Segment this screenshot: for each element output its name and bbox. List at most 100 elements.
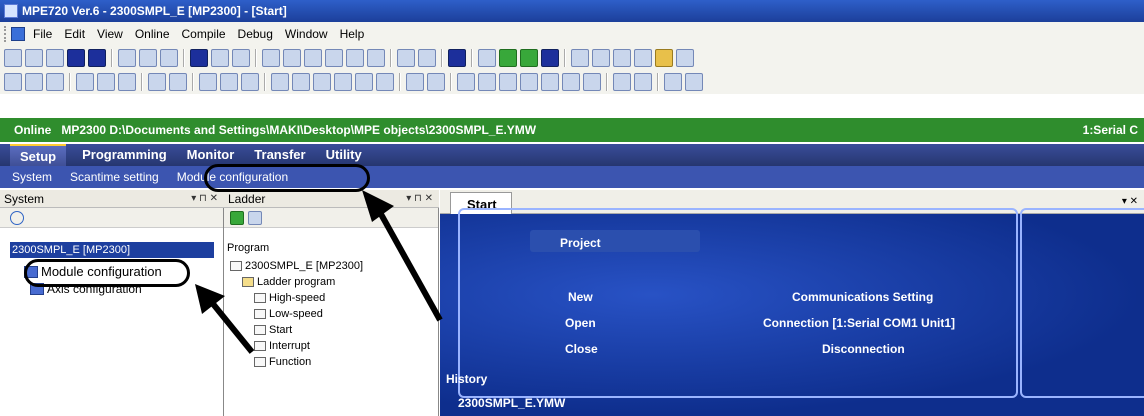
paste-icon[interactable]: [160, 49, 178, 67]
window-layout-icon[interactable]: [448, 49, 466, 67]
undo-icon[interactable]: [211, 49, 229, 67]
find-next-icon[interactable]: [304, 49, 322, 67]
bookmark-icon[interactable]: [367, 49, 385, 67]
output-coil-icon[interactable]: [241, 73, 259, 91]
read-icon[interactable]: [613, 49, 631, 67]
copy-icon[interactable]: [139, 49, 157, 67]
menu-compile[interactable]: Compile: [182, 27, 226, 41]
stop-icon[interactable]: [541, 49, 559, 67]
redo-icon[interactable]: [232, 49, 250, 67]
tab-monitor[interactable]: Monitor: [177, 144, 245, 166]
open-icon[interactable]: [25, 49, 43, 67]
menu-online[interactable]: Online: [135, 27, 170, 41]
save-icon[interactable]: [67, 49, 85, 67]
reset-icon[interactable]: [355, 73, 373, 91]
rising-edge-icon[interactable]: [292, 73, 310, 91]
menu-view[interactable]: View: [97, 27, 123, 41]
cut-icon[interactable]: [118, 49, 136, 67]
subtab-scantime-setting[interactable]: Scantime setting: [70, 170, 159, 184]
new-program-icon[interactable]: [230, 210, 244, 225]
find-icon[interactable]: [262, 49, 280, 67]
goto-icon[interactable]: [346, 49, 364, 67]
comment-icon[interactable]: [664, 73, 682, 91]
lock-icon[interactable]: [655, 49, 673, 67]
vertical-line-icon[interactable]: [148, 73, 166, 91]
refresh-icon[interactable]: [10, 210, 24, 225]
coil-icon[interactable]: [46, 73, 64, 91]
program-item[interactable]: Start: [254, 324, 292, 336]
start-panel-controls[interactable]: ▾ ✕: [1122, 196, 1138, 207]
list-icon[interactable]: [248, 210, 262, 225]
transfer-all-icon[interactable]: [592, 49, 610, 67]
insert-column-icon[interactable]: [97, 73, 115, 91]
table-icon[interactable]: [613, 73, 631, 91]
insert-row-icon[interactable]: [76, 73, 94, 91]
program-item[interactable]: Interrupt: [254, 340, 310, 352]
open-project-icon[interactable]: [46, 49, 64, 67]
set-icon[interactable]: [334, 73, 352, 91]
pointer-icon[interactable]: [4, 73, 22, 91]
menu-help[interactable]: Help: [340, 27, 365, 41]
run-icon[interactable]: [520, 49, 538, 67]
function-block-icon[interactable]: [271, 73, 289, 91]
replace-icon[interactable]: [283, 49, 301, 67]
program-item[interactable]: Low-speed: [254, 308, 323, 320]
less-than-icon[interactable]: [457, 73, 475, 91]
menu-edit[interactable]: Edit: [64, 27, 85, 41]
menu-window[interactable]: Window: [285, 27, 328, 41]
tab-setup[interactable]: Setup: [10, 144, 67, 166]
move-icon[interactable]: [406, 73, 424, 91]
program-item[interactable]: High-speed: [254, 292, 325, 304]
connect-icon[interactable]: [499, 49, 517, 67]
menu-file[interactable]: File: [33, 27, 52, 41]
connection-button[interactable]: Connection [1:Serial COM1 Unit1]: [763, 316, 955, 330]
new-icon[interactable]: [4, 49, 22, 67]
register-list-icon[interactable]: [634, 73, 652, 91]
program-item[interactable]: Function: [254, 356, 311, 368]
horizontal-line-icon[interactable]: [169, 73, 187, 91]
disconnection-button[interactable]: Disconnection: [822, 342, 905, 356]
toolbar-grip-icon[interactable]: [4, 26, 7, 42]
tool-icon[interactable]: [685, 73, 703, 91]
select-icon[interactable]: [190, 49, 208, 67]
system-toolbar: [0, 208, 223, 228]
watch-icon[interactable]: [418, 49, 436, 67]
tab-utility[interactable]: Utility: [316, 144, 372, 166]
equal-icon[interactable]: [499, 73, 517, 91]
check-icon[interactable]: [583, 73, 601, 91]
delete-icon[interactable]: [118, 73, 136, 91]
ladder-panel-controls[interactable]: ▾ ⊓ ✕: [406, 193, 433, 204]
subtab-system[interactable]: System: [12, 170, 52, 184]
no-contact-icon[interactable]: [199, 73, 217, 91]
menu-debug[interactable]: Debug: [238, 27, 273, 41]
greater-equal-icon[interactable]: [541, 73, 559, 91]
program-root[interactable]: 2300SMPL_E [MP2300]: [230, 260, 363, 272]
history-entry[interactable]: 2300SMPL_E.YMW: [458, 396, 565, 410]
toolbar-separator: [183, 49, 185, 67]
not-equal-icon[interactable]: [520, 73, 538, 91]
less-equal-icon[interactable]: [478, 73, 496, 91]
greater-than-icon[interactable]: [562, 73, 580, 91]
tab-transfer[interactable]: Transfer: [244, 144, 315, 166]
nc-contact-icon[interactable]: [220, 73, 238, 91]
settings-icon[interactable]: [676, 49, 694, 67]
timer-icon[interactable]: [376, 73, 394, 91]
expression-icon[interactable]: [427, 73, 445, 91]
system-tree-root[interactable]: 2300SMPL_E [MP2300]: [10, 242, 214, 258]
open-button[interactable]: Open: [565, 316, 596, 330]
compare-icon[interactable]: [634, 49, 652, 67]
tab-programming[interactable]: Programming: [72, 144, 177, 166]
save-all-icon[interactable]: [88, 49, 106, 67]
falling-edge-icon[interactable]: [313, 73, 331, 91]
close-button[interactable]: Close: [565, 342, 598, 356]
transfer-icon[interactable]: [571, 49, 589, 67]
mdi-window-icon[interactable]: [11, 27, 25, 41]
cross-reference-icon[interactable]: [325, 49, 343, 67]
contact-icon[interactable]: [25, 73, 43, 91]
new-button[interactable]: New: [568, 290, 593, 304]
communications-setting-button[interactable]: Communications Setting: [792, 290, 933, 304]
online-icon[interactable]: [478, 49, 496, 67]
system-panel-controls[interactable]: ▾ ⊓ ✕: [191, 193, 218, 204]
ladder-program-folder[interactable]: Ladder program: [242, 276, 335, 288]
monitor-icon[interactable]: [397, 49, 415, 67]
